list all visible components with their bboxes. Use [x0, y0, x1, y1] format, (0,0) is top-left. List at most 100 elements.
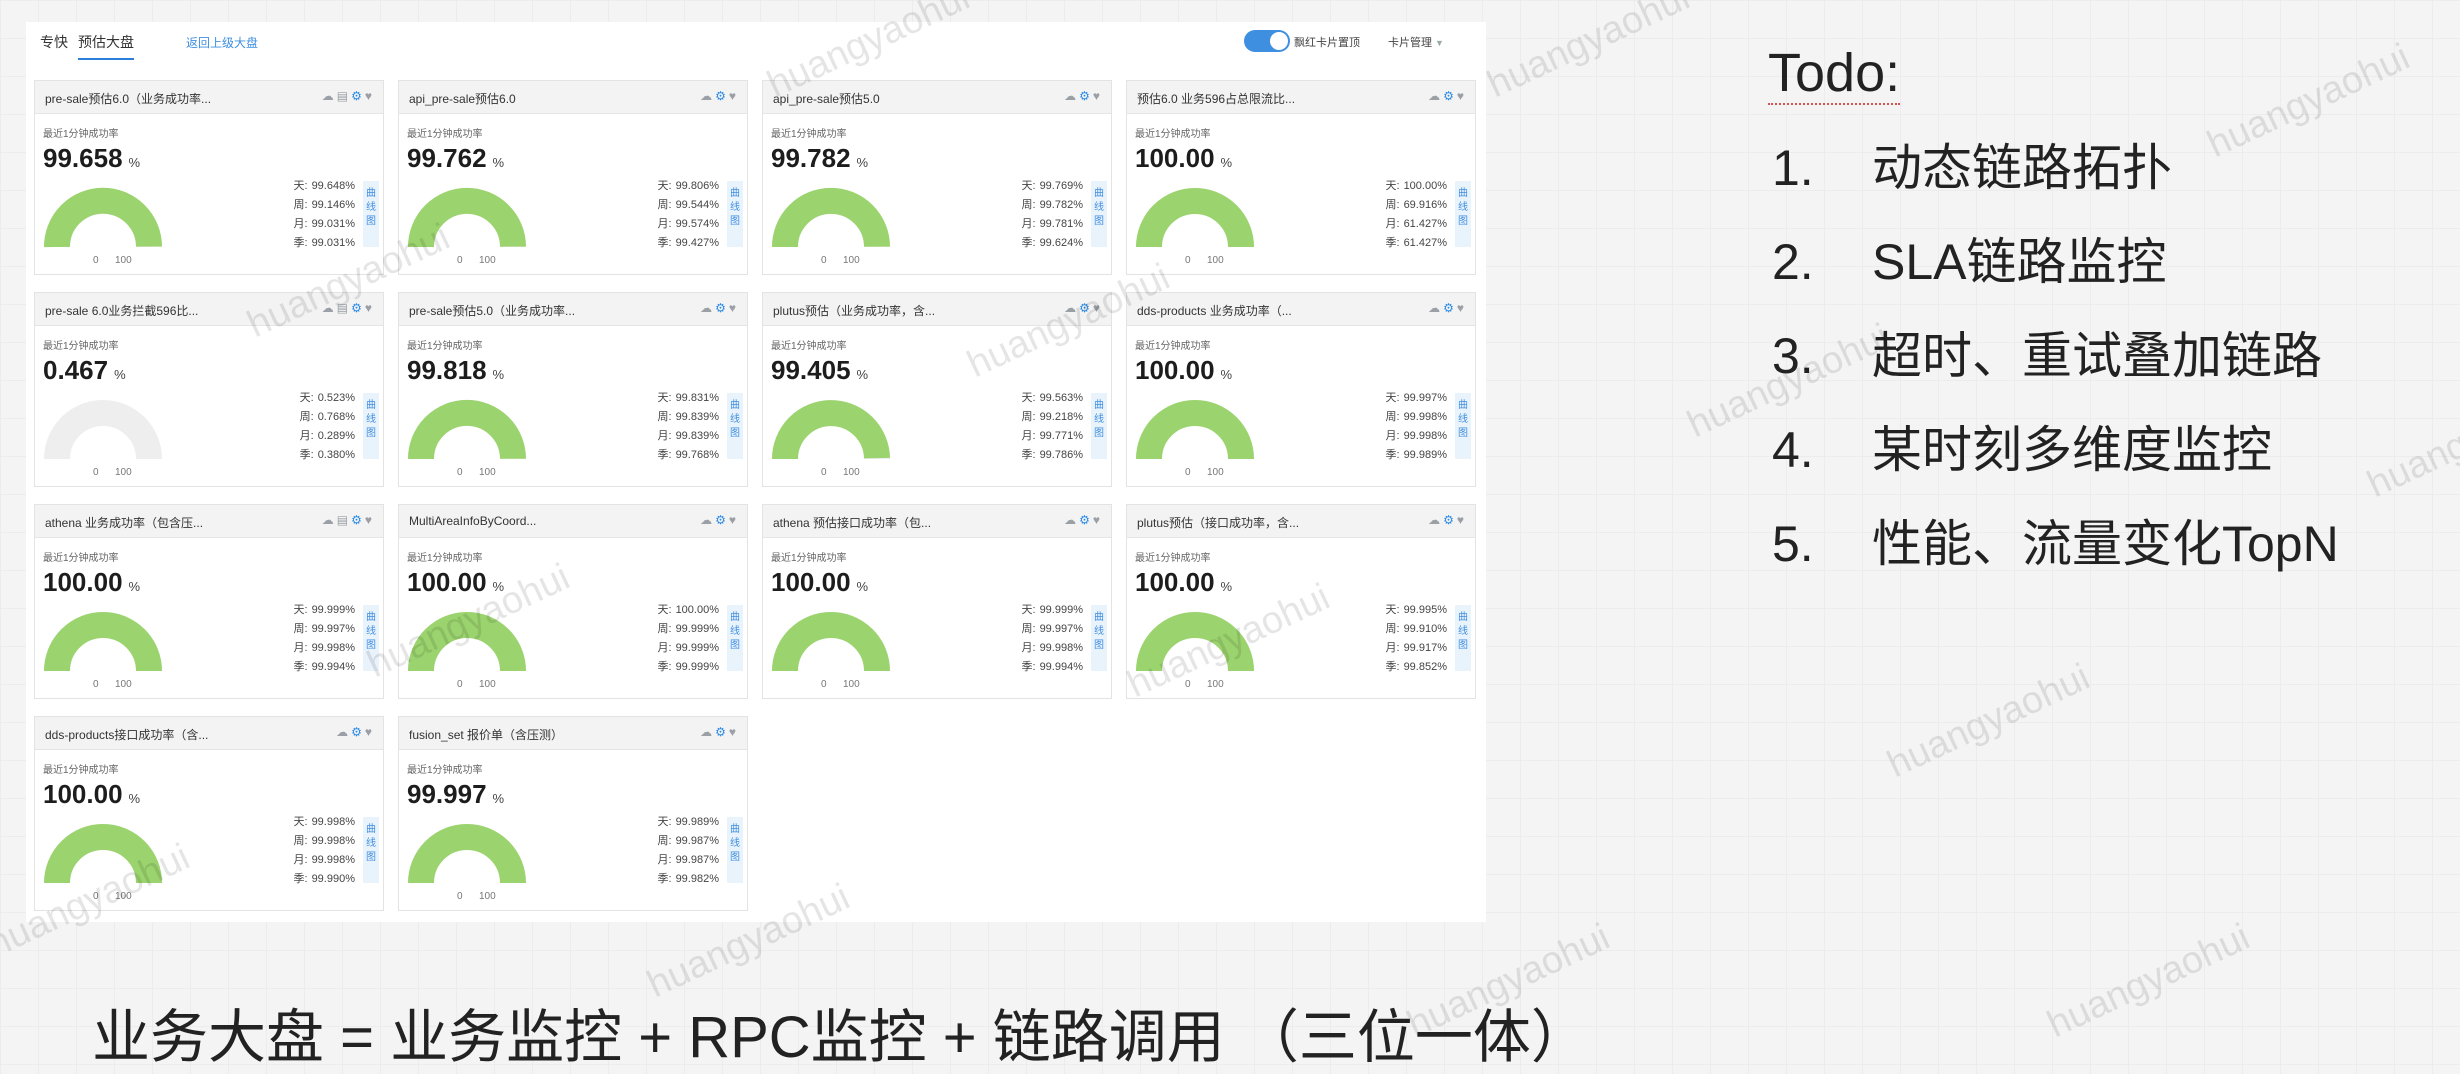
- card-action-icons[interactable]: ☁⚙♥: [1064, 513, 1103, 527]
- heart-icon[interactable]: ♥: [365, 725, 375, 739]
- card-title[interactable]: dds-products接口成功率（含...: [45, 726, 275, 743]
- gear-icon[interactable]: ⚙: [351, 725, 365, 739]
- pin-red-cards-toggle[interactable]: [1244, 30, 1290, 52]
- gear-icon[interactable]: ⚙: [1443, 89, 1457, 103]
- heart-icon[interactable]: ♥: [365, 513, 375, 527]
- heart-icon[interactable]: ♥: [1457, 301, 1467, 315]
- curve-chart-button[interactable]: 曲线图: [363, 817, 379, 883]
- card-action-icons[interactable]: ☁⚙♥: [1428, 89, 1467, 103]
- card-title[interactable]: athena 业务成功率（包含压...: [45, 514, 275, 531]
- gear-icon[interactable]: ⚙: [715, 725, 729, 739]
- curve-chart-button-char: 曲: [1458, 612, 1468, 623]
- heart-icon[interactable]: ♥: [729, 301, 739, 315]
- gear-icon[interactable]: ⚙: [1443, 301, 1457, 315]
- curve-chart-button[interactable]: 曲线图: [727, 817, 743, 883]
- gear-icon[interactable]: ⚙: [715, 513, 729, 527]
- card-title[interactable]: 预估6.0 业务596占总限流比...: [1137, 90, 1367, 107]
- curve-chart-button[interactable]: 曲线图: [1091, 393, 1107, 459]
- gear-icon[interactable]: ⚙: [351, 513, 365, 527]
- cloud-icon[interactable]: ☁: [1064, 513, 1079, 527]
- card-action-icons[interactable]: ☁⚙♥: [700, 725, 739, 739]
- card-title[interactable]: plutus预估（接口成功率，含...: [1137, 514, 1367, 531]
- back-to-parent-link[interactable]: 返回上级大盘: [186, 34, 258, 51]
- card-title[interactable]: pre-sale预估5.0（业务成功率...: [409, 302, 639, 319]
- cloud-icon[interactable]: ☁: [700, 725, 715, 739]
- gear-icon[interactable]: ⚙: [1079, 89, 1093, 103]
- metric-value: 99.658%: [43, 143, 140, 174]
- stat-period: 月:: [1385, 430, 1400, 442]
- card-action-icons[interactable]: ☁⚙♥: [1428, 301, 1467, 315]
- curve-chart-button[interactable]: 曲线图: [727, 605, 743, 671]
- card-action-icons[interactable]: ☁⚙♥: [336, 725, 375, 739]
- cloud-icon[interactable]: ☁: [700, 89, 715, 103]
- report-icon[interactable]: ▤: [337, 89, 351, 103]
- card-action-icons[interactable]: ☁⚙♥: [700, 513, 739, 527]
- gauge-max-label: 100: [479, 891, 496, 902]
- gear-icon[interactable]: ⚙: [1443, 513, 1457, 527]
- curve-chart-button-char: 曲: [1458, 400, 1468, 411]
- cloud-icon[interactable]: ☁: [322, 513, 337, 527]
- stat-row: 周: 99.997%: [963, 620, 1084, 639]
- card-title[interactable]: pre-sale 6.0业务拦截596比...: [45, 302, 275, 319]
- card-action-icons[interactable]: ☁▤⚙♥: [322, 89, 375, 103]
- tab-zhuankuai[interactable]: 专快: [40, 32, 68, 52]
- stat-period: 天:: [657, 392, 672, 404]
- card-action-icons[interactable]: ☁⚙♥: [1428, 513, 1467, 527]
- heart-icon[interactable]: ♥: [1457, 89, 1467, 103]
- gauge-max-label: 100: [1207, 467, 1224, 478]
- gear-icon[interactable]: ⚙: [351, 89, 365, 103]
- curve-chart-button[interactable]: 曲线图: [363, 393, 379, 459]
- cloud-icon[interactable]: ☁: [336, 725, 351, 739]
- stat-value: 99.806%: [675, 180, 719, 192]
- curve-chart-button[interactable]: 曲线图: [727, 393, 743, 459]
- cloud-icon[interactable]: ☁: [700, 301, 715, 315]
- heart-icon[interactable]: ♥: [365, 89, 375, 103]
- card-title[interactable]: dds-products 业务成功率（...: [1137, 302, 1367, 319]
- metric-unit: %: [492, 791, 505, 806]
- card-action-icons[interactable]: ☁⚙♥: [700, 89, 739, 103]
- card-title[interactable]: api_pre-sale预估6.0: [409, 90, 639, 107]
- curve-chart-button[interactable]: 曲线图: [1455, 181, 1471, 247]
- heart-icon[interactable]: ♥: [1093, 513, 1103, 527]
- curve-chart-button[interactable]: 曲线图: [1091, 181, 1107, 247]
- card-action-icons[interactable]: ☁⚙♥: [1064, 89, 1103, 103]
- heart-icon[interactable]: ♥: [729, 89, 739, 103]
- cloud-icon[interactable]: ☁: [700, 513, 715, 527]
- curve-chart-button[interactable]: 曲线图: [727, 181, 743, 247]
- card-title[interactable]: pre-sale预估6.0（业务成功率...: [45, 90, 275, 107]
- card-title[interactable]: athena 预估接口成功率（包...: [773, 514, 1003, 531]
- todo-item-number: 4.: [1772, 422, 1814, 478]
- stat-period: 月:: [293, 854, 308, 866]
- card-header: athena 预估接口成功率（包... ☁⚙♥: [763, 505, 1111, 538]
- curve-chart-button-char: 线: [1094, 202, 1104, 213]
- card-manage-dropdown[interactable]: 卡片管理 ▼: [1388, 34, 1444, 50]
- curve-chart-button[interactable]: 曲线图: [1455, 605, 1471, 671]
- curve-chart-button[interactable]: 曲线图: [363, 181, 379, 247]
- cloud-icon[interactable]: ☁: [1064, 89, 1079, 103]
- cloud-icon[interactable]: ☁: [1428, 89, 1443, 103]
- stat-period: 季:: [293, 237, 308, 249]
- card-title[interactable]: fusion_set 报价单（含压测）: [409, 726, 639, 743]
- curve-chart-button-char: 曲: [366, 824, 376, 835]
- heart-icon[interactable]: ♥: [729, 725, 739, 739]
- heart-icon[interactable]: ♥: [729, 513, 739, 527]
- cloud-icon[interactable]: ☁: [322, 89, 337, 103]
- tab-estimate-dashboard[interactable]: 预估大盘: [78, 32, 134, 60]
- gear-icon[interactable]: ⚙: [715, 301, 729, 315]
- cloud-icon[interactable]: ☁: [1428, 301, 1443, 315]
- card-action-icons[interactable]: ☁▤⚙♥: [322, 513, 375, 527]
- gauge-chart: [44, 612, 162, 672]
- curve-chart-button[interactable]: 曲线图: [1455, 393, 1471, 459]
- card-title[interactable]: MultiAreaInfoByCoord...: [409, 514, 639, 528]
- gear-icon[interactable]: ⚙: [715, 89, 729, 103]
- curve-chart-button[interactable]: 曲线图: [1091, 605, 1107, 671]
- card-title[interactable]: plutus预估（业务成功率，含...: [773, 302, 1003, 319]
- metric-number: 100.00: [771, 567, 851, 597]
- report-icon[interactable]: ▤: [337, 513, 351, 527]
- card-action-icons[interactable]: ☁⚙♥: [700, 301, 739, 315]
- gear-icon[interactable]: ⚙: [1079, 513, 1093, 527]
- cloud-icon[interactable]: ☁: [1428, 513, 1443, 527]
- heart-icon[interactable]: ♥: [1457, 513, 1467, 527]
- heart-icon[interactable]: ♥: [365, 301, 375, 315]
- heart-icon[interactable]: ♥: [1093, 89, 1103, 103]
